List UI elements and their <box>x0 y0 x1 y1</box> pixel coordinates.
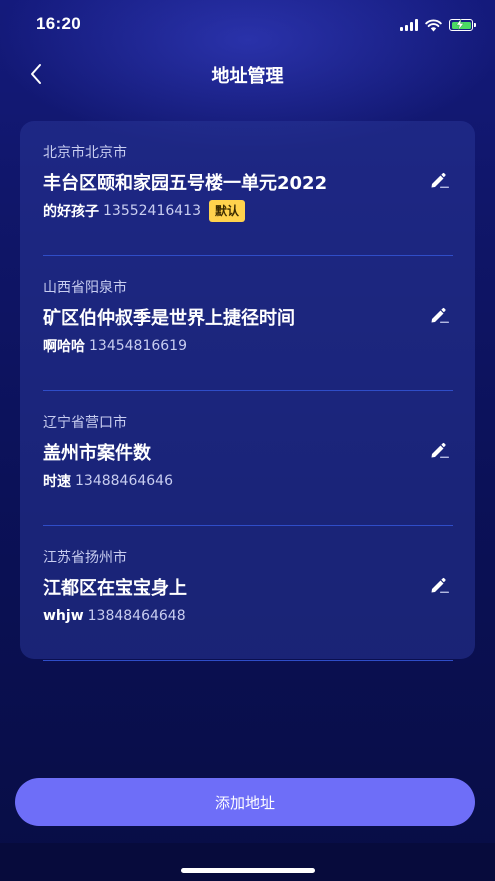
add-address-button[interactable]: 添加地址 <box>15 778 475 826</box>
contact-phone: 13552416413 <box>103 203 201 219</box>
address-region: 山西省阳泉市 <box>43 280 127 296</box>
page-title: 地址管理 <box>211 66 284 87</box>
contact-phone: 13488464646 <box>75 473 173 489</box>
edit-address-button[interactable] <box>427 302 453 328</box>
charging-bolt-icon <box>456 19 464 30</box>
contact-name: 时速 <box>43 474 71 490</box>
edit-address-button[interactable] <box>427 167 453 193</box>
home-bar-area <box>0 843 495 881</box>
edit-pencil-icon <box>431 442 449 458</box>
address-item[interactable]: 山西省阳泉市 矿区伯仲叔季是世界上捷径时间 啊哈哈 13454816619 <box>43 256 453 391</box>
contact-name: whjw <box>43 608 84 624</box>
contact-phone: 13454816619 <box>89 338 187 354</box>
address-street: 盖州市案件数 <box>43 443 151 464</box>
edit-address-button[interactable] <box>427 437 453 463</box>
cellular-signal-icon <box>400 19 418 31</box>
address-region: 辽宁省营口市 <box>43 415 127 431</box>
address-street: 矿区伯仲叔季是世界上捷径时间 <box>43 308 295 329</box>
edit-pencil-icon <box>431 307 449 323</box>
status-icons <box>400 16 476 34</box>
contact-phone: 13848464648 <box>87 608 186 624</box>
status-time: 16:20 <box>36 14 81 33</box>
contact-name: 啊哈哈 <box>43 339 85 355</box>
address-street: 丰台区颐和家园五号楼一单元2022 <box>43 173 328 194</box>
address-street: 江都区在宝宝身上 <box>43 578 187 599</box>
contact-row: 时速 13488464646 <box>43 470 173 492</box>
contact-row: whjw 13848464648 <box>43 605 186 627</box>
address-list: 北京市北京市 丰台区颐和家园五号楼一单元2022 的好孩子 1355241641… <box>20 121 475 661</box>
edit-pencil-icon <box>431 172 449 188</box>
address-item[interactable]: 江苏省扬州市 江都区在宝宝身上 whjw 13848464648 <box>43 526 453 661</box>
default-badge: 默认 <box>208 200 245 222</box>
home-indicator <box>181 868 315 873</box>
address-region: 江苏省扬州市 <box>43 550 127 566</box>
contact-row: 啊哈哈 13454816619 <box>43 335 187 357</box>
wifi-icon <box>425 19 442 31</box>
edit-pencil-icon <box>431 577 449 593</box>
address-item[interactable]: 辽宁省营口市 盖州市案件数 时速 13488464646 <box>43 391 453 526</box>
edit-address-button[interactable] <box>427 572 453 598</box>
status-bar: 16:20 <box>0 0 495 48</box>
address-item[interactable]: 北京市北京市 丰台区颐和家园五号楼一单元2022 的好孩子 1355241641… <box>43 121 453 256</box>
nav-bar: 地址管理 <box>0 52 495 96</box>
divider <box>43 660 453 661</box>
contact-row: 的好孩子 13552416413 默认 <box>43 200 245 222</box>
contact-name: 的好孩子 <box>43 204 99 220</box>
battery-charging-icon <box>449 19 476 31</box>
address-region: 北京市北京市 <box>43 145 127 161</box>
